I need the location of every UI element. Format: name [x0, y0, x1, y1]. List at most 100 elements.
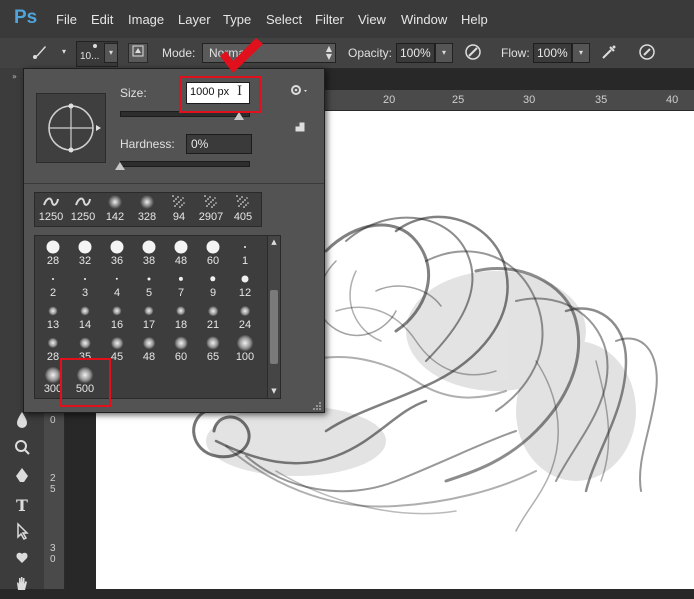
- brush-size-label: 4: [113, 287, 121, 299]
- pressure-opacity-icon[interactable]: [463, 43, 483, 63]
- dodge-tool-icon[interactable]: [10, 438, 34, 462]
- brush-preset-item[interactable]: 28: [37, 238, 69, 269]
- panel-resize-grip-icon[interactable]: [312, 400, 322, 410]
- brush-size-label: 28: [46, 255, 60, 267]
- brush-size-label: 5: [145, 287, 153, 299]
- brush-tip-icon: [79, 337, 91, 349]
- brush-preset-item[interactable]: 5: [133, 270, 165, 301]
- brush-preset-item[interactable]: 65: [197, 334, 229, 365]
- new-preset-icon[interactable]: [295, 121, 305, 132]
- brush-preset-item[interactable]: 32: [69, 238, 101, 269]
- hardness-field[interactable]: 0%: [186, 134, 252, 154]
- brush-preset-item[interactable]: 48: [165, 238, 197, 269]
- panel-settings-gear-icon[interactable]: [290, 83, 308, 101]
- brush-preset-item[interactable]: 7: [165, 270, 197, 301]
- brush-tip-preview: [36, 93, 106, 163]
- opacity-field[interactable]: 100%: [396, 43, 435, 63]
- brush-preset-item[interactable]: 24: [229, 302, 261, 333]
- brush-size-label: 9: [209, 287, 217, 299]
- hardness-slider[interactable]: [120, 161, 250, 167]
- brush-preset-arrow[interactable]: ▾: [104, 43, 118, 63]
- ruler-tick: 20: [383, 94, 396, 106]
- flow-dropdown-arrow[interactable]: ▾: [572, 43, 590, 63]
- menu-filter[interactable]: Filter: [315, 12, 344, 27]
- menu-edit[interactable]: Edit: [91, 12, 113, 27]
- brush-preset-item[interactable]: 13: [37, 302, 69, 333]
- brush-preset-item[interactable]: 17: [133, 302, 165, 333]
- brush-tip-icon: [115, 277, 119, 281]
- brush-tip-icon: [174, 240, 188, 254]
- app-logo: Ps: [14, 7, 38, 28]
- brush-preset-item[interactable]: 16: [101, 302, 133, 333]
- brush-swatch-icon: [235, 195, 251, 209]
- brush-preset-item[interactable]: 4: [101, 270, 133, 301]
- brush-preset-item[interactable]: 60: [197, 238, 229, 269]
- brush-preset-item[interactable]: 14: [69, 302, 101, 333]
- brush-tip-icon: [210, 276, 216, 282]
- type-tool-icon[interactable]: T: [10, 494, 34, 518]
- brush-preset-item[interactable]: 9: [197, 270, 229, 301]
- brush-tool-icon[interactable]: [30, 43, 50, 63]
- brush-tip-icon: [144, 306, 154, 316]
- pressure-size-icon[interactable]: [637, 43, 657, 63]
- brush-swatch-icon: [75, 195, 91, 209]
- brush-tip-icon: [142, 240, 156, 254]
- brush-size-label: 14: [78, 319, 92, 331]
- custom-shape-tool-icon[interactable]: [10, 548, 34, 572]
- toolbar-collapse-icon[interactable]: »: [12, 72, 17, 81]
- brush-tip-icon: [206, 240, 220, 254]
- brush-tip-icon: [80, 306, 90, 316]
- scroll-up-icon[interactable]: ▲: [270, 238, 278, 246]
- brush-preset-item[interactable]: 48: [133, 334, 165, 365]
- hardness-slider-thumb[interactable]: [115, 162, 125, 170]
- brush-preset-item[interactable]: 60: [165, 334, 197, 365]
- blur-tool-icon[interactable]: [10, 410, 34, 434]
- select-arrows-icon: ▲ ▼: [325, 44, 332, 61]
- brush-tip-icon: [78, 240, 92, 254]
- menu-select[interactable]: Select: [266, 12, 302, 27]
- menu-view[interactable]: View: [358, 12, 386, 27]
- brush-preset-item[interactable]: 18: [165, 302, 197, 333]
- hand-tool-icon[interactable]: [10, 574, 34, 598]
- brush-size-label: 48: [142, 351, 156, 363]
- opacity-dropdown-arrow[interactable]: ▾: [435, 43, 453, 63]
- ruler-tick: 0: [50, 554, 56, 565]
- brush-preset-item[interactable]: 36: [101, 238, 133, 269]
- menu-layer[interactable]: Layer: [178, 12, 211, 27]
- brush-tip-icon: [206, 336, 220, 350]
- brush-preset-item[interactable]: 1: [229, 238, 261, 269]
- airbrush-icon[interactable]: [599, 43, 619, 63]
- brush-dot-icon: [93, 44, 97, 48]
- brush-preset-item[interactable]: 38: [133, 238, 165, 269]
- brush-size-label: 60: [174, 351, 188, 363]
- size-highlight-box: [179, 76, 261, 113]
- size-slider-thumb[interactable]: [234, 112, 245, 120]
- brush-panel-toggle-icon[interactable]: [128, 43, 148, 63]
- brush-tip-icon: [84, 278, 86, 280]
- scrollbar-thumb[interactable]: [270, 290, 278, 364]
- brush-preset-item[interactable]: 21: [197, 302, 229, 333]
- pen-tool-icon[interactable]: [10, 466, 34, 490]
- menu-type[interactable]: Type: [223, 12, 251, 27]
- menu-window[interactable]: Window: [401, 12, 447, 27]
- scroll-down-icon[interactable]: ▼: [270, 387, 278, 395]
- brush-size-label: 65: [206, 351, 220, 363]
- ruler-tick: 40: [666, 94, 679, 106]
- menu-help[interactable]: Help: [461, 12, 488, 27]
- brush-size-label: 3: [81, 287, 89, 299]
- brush-size-label: 48: [174, 255, 188, 267]
- menu-image[interactable]: Image: [128, 12, 164, 27]
- flow-field[interactable]: 100%: [533, 43, 572, 63]
- recent-brush[interactable]: 405: [227, 194, 259, 225]
- menu-file[interactable]: File: [56, 12, 77, 27]
- brush-preset-item[interactable]: 3: [69, 270, 101, 301]
- path-selection-tool-icon[interactable]: [10, 522, 34, 546]
- brush-preset-item[interactable]: 12: [229, 270, 261, 301]
- preset-scrollbar[interactable]: ▲ ▼: [267, 235, 281, 399]
- brush-preset-item[interactable]: 2: [37, 270, 69, 301]
- brush-size-label: 405: [233, 211, 253, 223]
- brush-preset-item[interactable]: 100: [229, 334, 261, 365]
- tool-preset-dropdown[interactable]: ▾: [56, 43, 72, 61]
- brush-size-label: 16: [110, 319, 124, 331]
- mode-label: Mode:: [162, 46, 196, 60]
